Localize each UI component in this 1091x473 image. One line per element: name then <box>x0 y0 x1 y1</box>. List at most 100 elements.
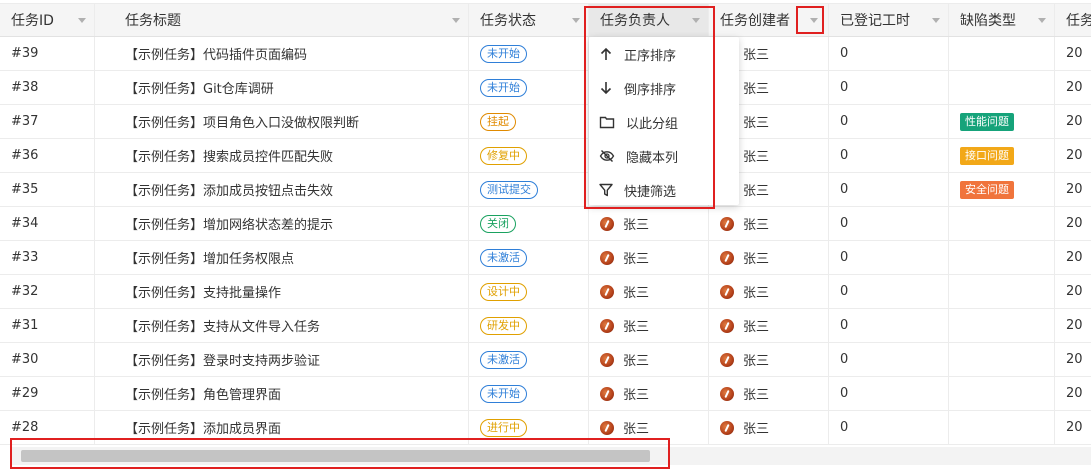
cell-task-status: 修复中 <box>469 139 589 172</box>
cell-task-status: 未激活 <box>469 241 589 274</box>
cell-task-title[interactable]: 【示例任务】搜索成员控件匹配失败 <box>95 139 469 172</box>
table-row[interactable]: #36 【示例任务】搜索成员控件匹配失败 修复中 张三 0 接口问题 20 <box>0 139 1091 173</box>
column-header-task-creator[interactable]: 任务创建者 <box>709 4 829 36</box>
cell-defect-type <box>949 343 1055 376</box>
cell-task-creator: 张三 <box>709 411 829 444</box>
cell-task-id: #33 <box>0 241 95 274</box>
status-badge: 未开始 <box>480 384 527 403</box>
cell-task-id: #38 <box>0 71 95 104</box>
cell-defect-type: 接口问题 <box>949 139 1055 172</box>
avatar <box>720 318 734 333</box>
column-header-label: 缺陷类型 <box>960 13 1016 29</box>
cell-task-title[interactable]: 【示例任务】添加成员按钮点击失效 <box>95 173 469 206</box>
title-text: 【示例任务】支持从文件导入任务 <box>125 320 321 335</box>
cell-task-title[interactable]: 【示例任务】增加网络状态差的提示 <box>95 207 469 240</box>
id-text: #39 <box>11 46 39 61</box>
avatar <box>720 216 734 231</box>
cell-next: 20 <box>1055 275 1091 308</box>
creator-name: 张三 <box>743 82 770 97</box>
cell-task-title[interactable]: 【示例任务】Git仓库调研 <box>95 71 469 104</box>
column-header-task-id[interactable]: 任务ID <box>0 4 95 36</box>
column-header-label: 任务负责人 <box>600 13 670 29</box>
hours-text: 0 <box>840 80 849 95</box>
column-header-task-assignee[interactable]: 任务负责人 <box>589 4 709 36</box>
table-row[interactable]: #31 【示例任务】支持从文件导入任务 研发中 张三 张三 0 20 <box>0 309 1091 343</box>
cell-task-id: #39 <box>0 37 95 70</box>
cell-task-title[interactable]: 【示例任务】添加成员界面 <box>95 411 469 444</box>
cell-logged-hours: 0 <box>829 37 949 70</box>
cell-task-status: 设计中 <box>469 275 589 308</box>
column-header-label: 任务ID <box>11 13 54 29</box>
cell-defect-type <box>949 241 1055 274</box>
cell-logged-hours: 0 <box>829 377 949 410</box>
creator-name: 张三 <box>743 184 770 199</box>
table-row[interactable]: #39 【示例任务】代码插件页面编码 未开始 张三 0 20 <box>0 37 1091 71</box>
menu-item-sort-desc[interactable]: 倒序排序 <box>589 71 739 105</box>
status-badge: 进行中 <box>480 418 527 437</box>
table-row[interactable]: #28 【示例任务】添加成员界面 进行中 张三 张三 0 20 <box>0 411 1091 445</box>
arrow-up-icon <box>599 47 624 61</box>
cell-task-title[interactable]: 【示例任务】代码插件页面编码 <box>95 37 469 70</box>
cell-task-id: #32 <box>0 275 95 308</box>
chevron-down-icon[interactable] <box>932 18 940 23</box>
column-header-task-status[interactable]: 任务状态 <box>469 4 589 36</box>
column-header-next[interactable]: 任务 <box>1055 4 1091 36</box>
cell-task-title[interactable]: 【示例任务】支持从文件导入任务 <box>95 309 469 342</box>
table-row[interactable]: #38 【示例任务】Git仓库调研 未开始 张三 0 20 <box>0 71 1091 105</box>
cell-defect-type <box>949 377 1055 410</box>
status-badge: 关闭 <box>480 214 516 233</box>
cell-next: 20 <box>1055 241 1091 274</box>
cell-defect-type <box>949 37 1055 70</box>
cell-logged-hours: 0 <box>829 275 949 308</box>
title-text: 【示例任务】角色管理界面 <box>125 388 282 403</box>
table-row[interactable]: #37 【示例任务】项目角色入口没做权限判断 挂起 张三 0 性能问题 20 <box>0 105 1091 139</box>
menu-item-hide-column[interactable]: 隐藏本列 <box>589 139 739 173</box>
title-text: 【示例任务】项目角色入口没做权限判断 <box>125 116 360 131</box>
column-header-defect-type[interactable]: 缺陷类型 <box>949 4 1055 36</box>
table-row[interactable]: #33 【示例任务】增加任务权限点 未激活 张三 张三 0 20 <box>0 241 1091 275</box>
menu-item-group-by[interactable]: 以此分组 <box>589 105 739 139</box>
cell-task-id: #35 <box>0 173 95 206</box>
cell-task-title[interactable]: 【示例任务】登录时支持两步验证 <box>95 343 469 376</box>
column-header-task-title[interactable]: 任务标题 <box>95 4 469 36</box>
creator-name: 张三 <box>743 48 770 63</box>
table-row[interactable]: #32 【示例任务】支持批量操作 设计中 张三 张三 0 20 <box>0 275 1091 309</box>
more-text: 20 <box>1066 352 1083 367</box>
table-row[interactable]: #35 【示例任务】添加成员按钮点击失效 测试提交 张三 0 安全问题 20 <box>0 173 1091 207</box>
table-row[interactable]: #29 【示例任务】角色管理界面 未开始 张三 张三 0 20 <box>0 377 1091 411</box>
cell-task-title[interactable]: 【示例任务】项目角色入口没做权限判断 <box>95 105 469 138</box>
table-row[interactable]: #30 【示例任务】登录时支持两步验证 未激活 张三 张三 0 20 <box>0 343 1091 377</box>
chevron-down-icon[interactable] <box>692 18 700 23</box>
chevron-down-icon[interactable] <box>1038 18 1046 23</box>
cell-task-id: #36 <box>0 139 95 172</box>
avatar <box>720 250 734 265</box>
cell-task-title[interactable]: 【示例任务】支持批量操作 <box>95 275 469 308</box>
group-icon <box>599 115 626 129</box>
cell-next: 20 <box>1055 173 1091 206</box>
hours-text: 0 <box>840 420 849 435</box>
assignee-name: 张三 <box>623 354 650 369</box>
menu-item-sort-asc[interactable]: 正序排序 <box>589 37 739 71</box>
chevron-down-icon[interactable] <box>810 18 818 23</box>
horizontal-scrollbar-thumb[interactable] <box>21 450 650 462</box>
menu-item-label: 倒序排序 <box>624 82 677 98</box>
cell-task-status: 未开始 <box>469 377 589 410</box>
status-badge: 未激活 <box>480 350 527 369</box>
cell-task-title[interactable]: 【示例任务】增加任务权限点 <box>95 241 469 274</box>
more-text: 20 <box>1066 420 1083 435</box>
avatar <box>600 250 614 265</box>
chevron-down-icon[interactable] <box>452 18 460 23</box>
status-badge: 挂起 <box>480 112 516 131</box>
menu-item-quick-filter[interactable]: 快捷筛选 <box>589 173 739 207</box>
chevron-down-icon[interactable] <box>572 18 580 23</box>
more-text: 20 <box>1066 250 1083 265</box>
cell-task-title[interactable]: 【示例任务】角色管理界面 <box>95 377 469 410</box>
id-text: #35 <box>11 182 39 197</box>
chevron-down-icon[interactable] <box>78 18 86 23</box>
cell-next: 20 <box>1055 105 1091 138</box>
table-row[interactable]: #34 【示例任务】增加网络状态差的提示 关闭 张三 张三 0 20 <box>0 207 1091 241</box>
title-text: 【示例任务】添加成员按钮点击失效 <box>125 184 334 199</box>
column-header-logged-hours[interactable]: 已登记工时 <box>829 4 949 36</box>
cell-next: 20 <box>1055 309 1091 342</box>
cell-task-status: 测试提交 <box>469 173 589 206</box>
